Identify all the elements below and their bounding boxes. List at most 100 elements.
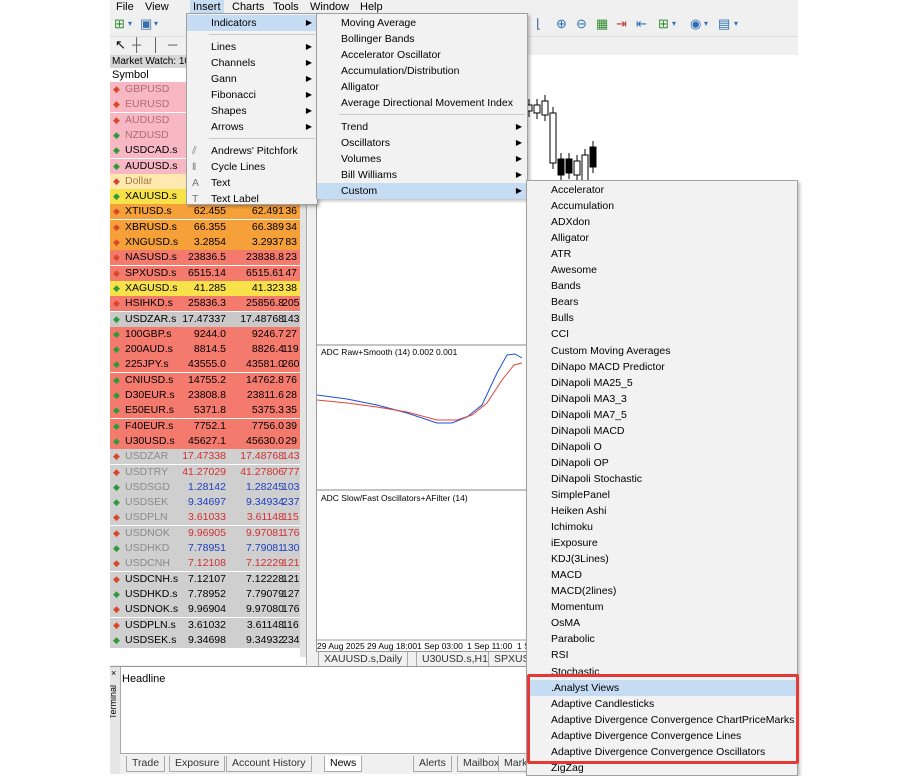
custom-indicator-item[interactable]: DiNapo MACD Predictor: [527, 359, 797, 375]
tile-windows-icon[interactable]: ▦: [596, 15, 608, 33]
market-watch-row[interactable]: ◆ USDZAR 17.47338 17.48768 1430: [110, 449, 305, 465]
menu-item-volumes[interactable]: Volumes ▶: [317, 151, 527, 167]
menu-tools[interactable]: Tools: [270, 0, 302, 14]
custom-indicator-item[interactable]: DiNapoli Stochastic: [527, 471, 797, 487]
chevron-down-icon[interactable]: ▾: [734, 15, 738, 33]
templates-icon[interactable]: ▤: [718, 15, 730, 33]
custom-indicator-item[interactable]: Bands: [527, 278, 797, 294]
menu-item-fibonacci[interactable]: Fibonacci ▶: [187, 87, 317, 103]
custom-indicator-item[interactable]: Momentum: [527, 599, 797, 615]
periods-icon[interactable]: ◉: [690, 15, 701, 33]
profiles-icon[interactable]: ▣: [140, 15, 152, 33]
custom-indicator-item[interactable]: DiNapoli MACD: [527, 423, 797, 439]
market-watch-row[interactable]: ◆ XBRUSD.s 66.355 66.389 34: [110, 219, 300, 235]
chart-shift-icon[interactable]: ⇥: [616, 15, 627, 33]
market-watch-row[interactable]: ◆ XAGUSD.s 41.285 41.323 38: [110, 280, 300, 296]
custom-indicator-item[interactable]: Custom Moving Averages: [527, 343, 797, 359]
market-watch-row[interactable]: ◆ 200AUD.s 8814.5 8826.4 119: [110, 342, 300, 358]
custom-indicator-item[interactable]: Accumulation: [527, 198, 797, 214]
menu-item-bill-williams[interactable]: Bill Williams ▶: [317, 167, 527, 183]
custom-indicator-item[interactable]: SimplePanel: [527, 487, 797, 503]
crosshair-icon[interactable]: ┼: [132, 36, 141, 54]
zoom-out-icon[interactable]: ⊖: [576, 15, 587, 33]
market-watch-row[interactable]: ◆ USDZAR.s 17.47337 17.48768 1431: [110, 311, 305, 327]
custom-indicator-item[interactable]: RSI: [527, 647, 797, 663]
market-watch-row[interactable]: ◆ USDHKD 7.78951 7.79081 130: [110, 541, 300, 556]
menu-item-arrows[interactable]: Arrows ▶: [187, 119, 317, 135]
market-watch-row[interactable]: ◆ USDSEK.s 9.34698 9.34932 234: [110, 632, 300, 648]
tab-alerts[interactable]: Alerts: [413, 756, 452, 772]
chevron-down-icon[interactable]: ▾: [154, 15, 158, 33]
market-watch-row[interactable]: ◆ NASUSD.s 23836.5 23838.8 23: [110, 250, 300, 266]
custom-indicator-item[interactable]: CCI: [527, 326, 797, 342]
market-watch-row[interactable]: ◆ XNGUSD.s 3.2854 3.2937 83: [110, 235, 300, 250]
menu-insert[interactable]: Insert: [190, 0, 224, 14]
custom-indicator-item[interactable]: Awesome: [527, 262, 797, 278]
bar-chart-icon[interactable]: ⌊: [536, 15, 541, 33]
chevron-down-icon[interactable]: ▾: [704, 15, 708, 33]
menu-item-cycle-lines[interactable]: ‖ Cycle Lines: [187, 159, 317, 175]
market-watch-row[interactable]: ◆ USDPLN 3.61033 3.61148 115: [110, 510, 300, 526]
custom-indicator-item[interactable]: DiNapoli MA7_5: [527, 407, 797, 423]
menu-item-trend[interactable]: Trend ▶: [317, 119, 527, 135]
custom-indicator-item[interactable]: Accelerator: [527, 182, 797, 198]
custom-indicator-item[interactable]: MACD(2lines): [527, 583, 797, 599]
chart-tab[interactable]: XAUUSD.s,Daily: [318, 652, 409, 667]
tab-trade[interactable]: Trade: [126, 756, 166, 772]
market-watch-row[interactable]: ◆ USDCNH.s 7.12107 7.12228 121: [110, 571, 300, 587]
custom-indicator-item[interactable]: ADXdon: [527, 214, 797, 230]
menu-item-text[interactable]: A Text: [187, 175, 317, 191]
menu-item-lines[interactable]: Lines ▶: [187, 39, 317, 55]
autoscroll-icon[interactable]: ⇤: [636, 15, 647, 33]
market-watch-row[interactable]: ◆ USDSGD 1.28142 1.28245 103: [110, 479, 300, 495]
custom-indicator-item[interactable]: KDJ(3Lines): [527, 551, 797, 567]
close-icon[interactable]: ×: [111, 668, 116, 678]
custom-indicator-item[interactable]: Parabolic: [527, 631, 797, 647]
horizontal-line-icon[interactable]: ─: [168, 36, 177, 54]
custom-indicator-item[interactable]: iExposure: [527, 535, 797, 551]
cursor-icon[interactable]: ↖: [115, 36, 126, 54]
market-watch-row[interactable]: ◆ HSIHKD.s 25836.3 25856.8 205: [110, 296, 300, 312]
market-watch-row[interactable]: ◆ 100GBP.s 9244.0 9246.7 27: [110, 326, 300, 342]
custom-indicator-item[interactable]: MACD: [527, 567, 797, 583]
custom-indicator-item[interactable]: Heiken Ashi: [527, 503, 797, 519]
market-watch-row[interactable]: ◆ SPXUSD.s 6515.14 6515.61 47: [110, 265, 300, 281]
menu-item-shapes[interactable]: Shapes ▶: [187, 103, 317, 119]
market-watch-row[interactable]: ◆ USDPLN.s 3.61032 3.61148 116: [110, 617, 300, 633]
menu-item-channels[interactable]: Channels ▶: [187, 55, 317, 71]
chevron-down-icon[interactable]: ▾: [672, 15, 676, 33]
custom-indicator-item[interactable]: DiNapoli MA3_3: [527, 391, 797, 407]
custom-indicator-item[interactable]: DiNapoli O: [527, 439, 797, 455]
menu-item-bollinger-bands[interactable]: Bollinger Bands: [317, 31, 527, 47]
market-watch-row[interactable]: ◆ D30EUR.s 23808.8 23811.6 28: [110, 388, 300, 403]
new-chart-icon[interactable]: ⊞: [114, 15, 125, 33]
market-watch-row[interactable]: ◆ CNIUSD.s 14755.2 14762.8 76: [110, 372, 300, 388]
market-watch-row[interactable]: ◆ USDSEK 9.34697 9.34934 237: [110, 495, 300, 511]
menu-item-andrews-pitchfork[interactable]: ⫽ Andrews' Pitchfork: [187, 143, 317, 159]
market-watch-row[interactable]: ◆ USDNOK.s 9.96904 9.97080 176: [110, 602, 300, 618]
custom-indicator-item[interactable]: Ichimoku: [527, 519, 797, 535]
market-watch-row[interactable]: ◆ 225JPY.s 43555.0 43581.0 260: [110, 357, 300, 373]
market-watch-row[interactable]: ◆ USDNOK 9.96905 9.97081 176: [110, 525, 300, 541]
custom-indicator-item[interactable]: ATR: [527, 246, 797, 262]
tab-account-history[interactable]: Account History: [226, 756, 312, 772]
market-watch-row[interactable]: ◆ USDHKD.s 7.78952 7.79079 127: [110, 586, 300, 602]
tab-news[interactable]: News: [324, 756, 363, 772]
menu-item-alligator[interactable]: Alligator: [317, 79, 527, 95]
menu-help[interactable]: Help: [357, 0, 386, 14]
market-watch-row[interactable]: ◆ USDTRY 41.27029 41.27806 777: [110, 464, 300, 480]
custom-indicator-item[interactable]: DiNapoli MA25_5: [527, 375, 797, 391]
menu-charts[interactable]: Charts: [229, 0, 267, 14]
menu-view[interactable]: View: [142, 0, 172, 14]
menu-file[interactable]: File: [113, 0, 137, 14]
custom-indicator-item[interactable]: Bulls: [527, 310, 797, 326]
menu-item-moving-average[interactable]: Moving Average: [317, 15, 527, 31]
custom-indicator-item[interactable]: OsMA: [527, 615, 797, 631]
menu-item-gann[interactable]: Gann ▶: [187, 71, 317, 87]
menu-item-text-label[interactable]: T Text Label: [187, 191, 317, 207]
custom-indicator-item[interactable]: Alligator: [527, 230, 797, 246]
market-watch-row[interactable]: ◆ F40EUR.s 7752.1 7756.0 39: [110, 418, 300, 434]
market-watch-row[interactable]: ◆ E50EUR.s 5371.8 5375.3 35: [110, 403, 300, 419]
menu-item-oscillators[interactable]: Oscillators ▶: [317, 135, 527, 151]
custom-indicator-item[interactable]: Bears: [527, 294, 797, 310]
